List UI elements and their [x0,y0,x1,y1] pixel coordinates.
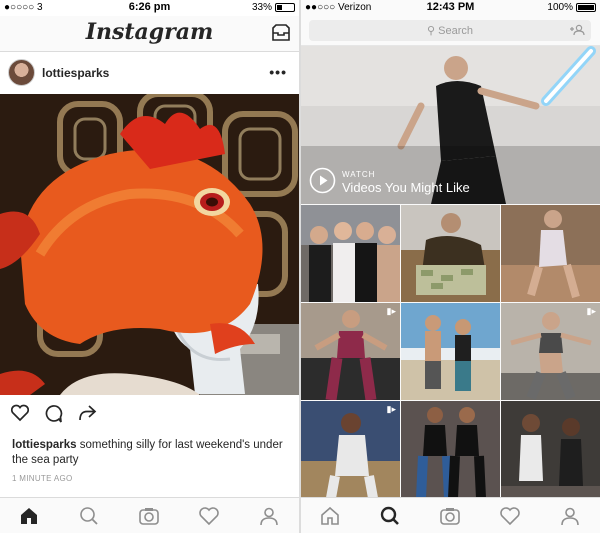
video-title: Videos You Might Like [342,180,470,195]
grid-photo-8[interactable] [401,401,500,498]
post-caption: lottiesparks something silly for last we… [12,438,292,468]
tab-bar [0,497,299,533]
home-icon[interactable] [18,505,40,527]
battery-percent: 33% [251,2,272,13]
search-bar: ⚲ Search [301,16,600,46]
video-badge-icon: ▮▸ [586,306,596,316]
search-icon[interactable] [78,505,100,527]
inbox-tray-icon[interactable] [271,24,291,42]
video-badge-icon: ▮▸ [386,404,396,414]
profile-icon[interactable] [258,505,280,527]
grid-photo-1[interactable] [301,205,400,302]
grid-photo-2[interactable] [401,205,500,302]
explore-grid: ▮▸ ▮▸ ▮▸ [301,205,600,498]
grid-photo-5[interactable] [401,303,500,400]
status-bar: ●●○○○ Verizon 12:43 PM 100% [301,0,600,16]
instagram-logo: Instagram [85,19,214,45]
home-icon[interactable] [319,505,341,527]
fish-hat-photo [0,94,299,395]
play-icon[interactable] [309,167,336,194]
post-actions [0,402,299,428]
video-feature[interactable]: WATCH Videos You Might Like [301,46,600,204]
watch-label: WATCH [342,170,376,179]
post-header: lottiesparks ••• [0,53,299,93]
status-bar: ●○○○○ 3 6:26 pm 33% [0,0,299,16]
explore-screen: ●●○○○ Verizon 12:43 PM 100% ⚲ Search WAT… [301,0,600,533]
post-timestamp: 1 MINUTE AGO [12,474,73,483]
video-badge-icon: ▮▸ [386,306,396,316]
feed-screen: ●○○○○ 3 6:26 pm 33% Instagram lottiespar… [0,0,299,533]
battery-percent: 100% [547,2,573,13]
avatar[interactable] [8,59,35,86]
camera-icon[interactable] [138,505,160,527]
tab-bar [301,497,600,533]
add-people-icon[interactable] [569,24,585,36]
profile-icon[interactable] [559,505,581,527]
more-options-icon[interactable]: ••• [269,64,287,80]
search-icon[interactable] [379,505,401,527]
grid-photo-3[interactable] [501,205,600,302]
activity-heart-icon[interactable] [198,505,220,527]
grid-video-4[interactable]: ▮▸ [301,303,400,400]
grid-video-6[interactable]: ▮▸ [501,303,600,400]
app-header: Instagram [0,16,299,52]
activity-heart-icon[interactable] [499,505,521,527]
post-photo[interactable] [0,94,299,395]
camera-icon[interactable] [439,505,461,527]
battery-icon [275,3,295,12]
comment-icon[interactable] [43,404,63,423]
grid-video-7[interactable]: ▮▸ [301,401,400,498]
caption-username[interactable]: lottiesparks [12,439,77,451]
battery-icon [576,3,596,12]
grid-photo-9[interactable] [501,401,600,498]
search-placeholder: Search [438,25,473,37]
share-arrow-icon[interactable] [77,404,97,422]
heart-icon[interactable] [10,404,30,422]
post-username[interactable]: lottiesparks [42,66,109,80]
search-input[interactable]: ⚲ Search [309,20,591,41]
